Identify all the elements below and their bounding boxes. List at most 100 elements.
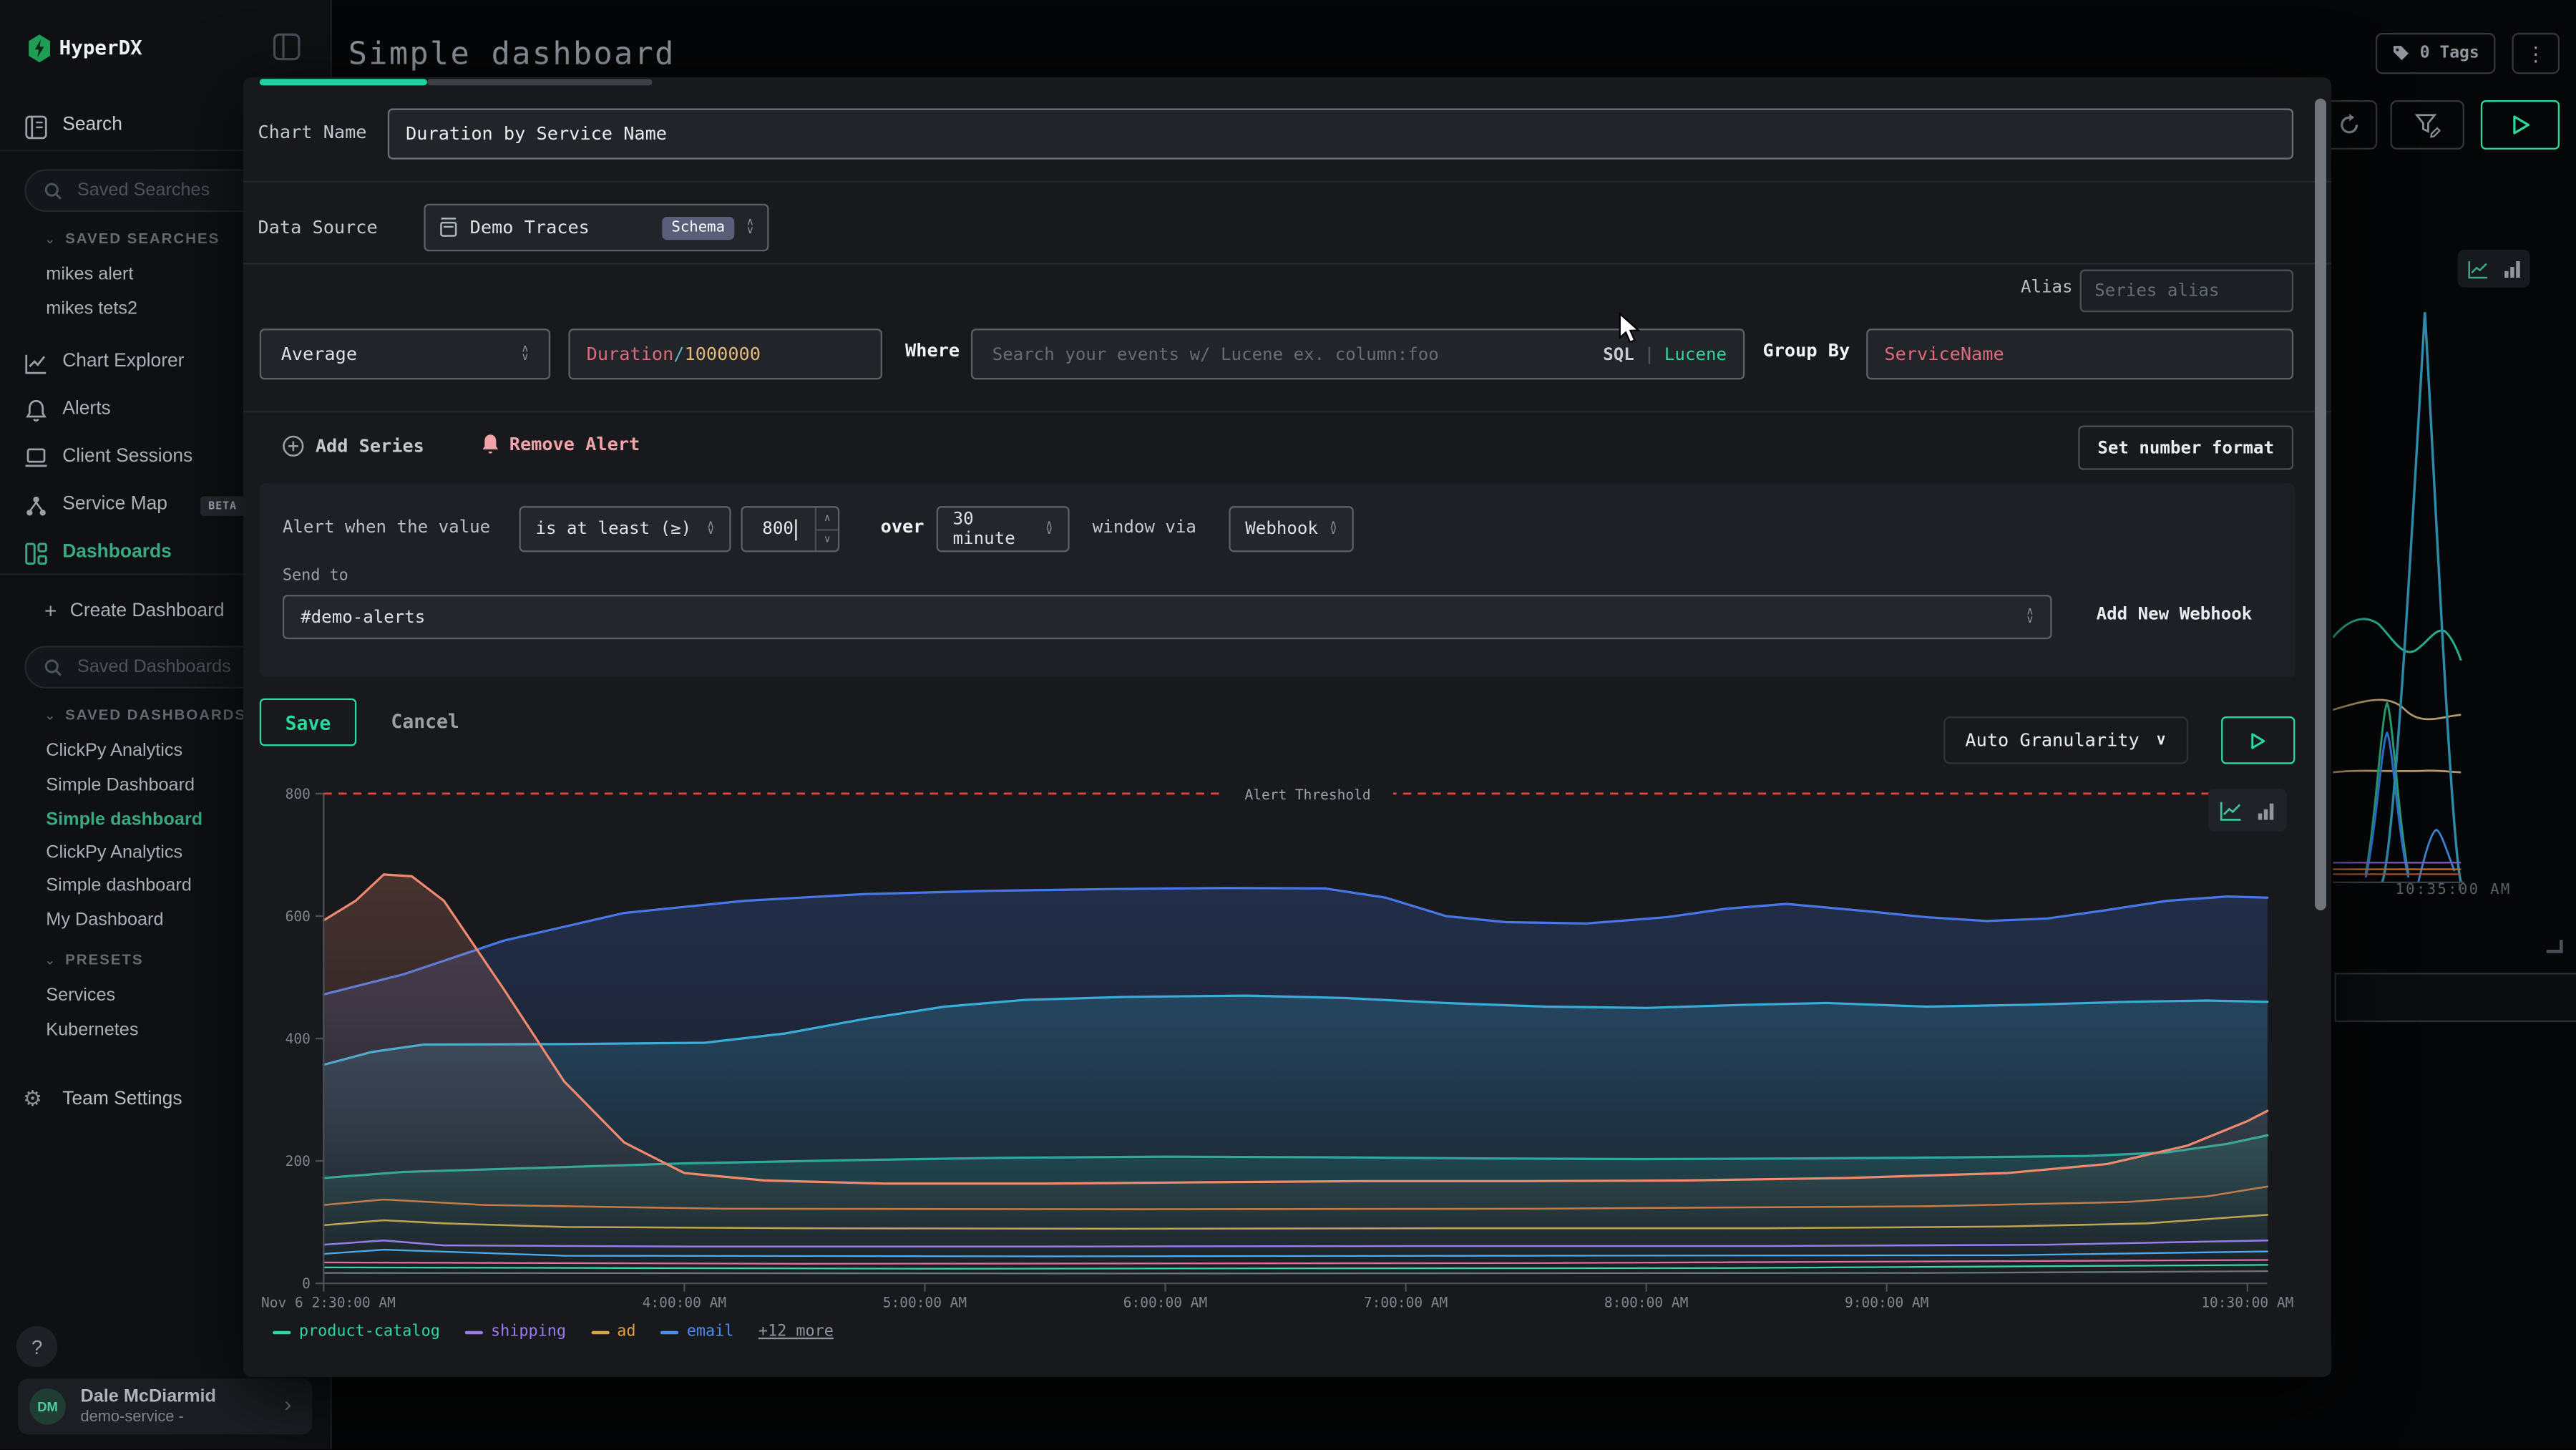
data-source-value: Demo Traces [470,217,590,238]
chart-name-label: Chart Name [258,122,366,143]
alert-window-select[interactable]: 30 minute ∧∨ [937,506,1070,552]
help-button[interactable]: ? [16,1326,57,1367]
create-dashboard-button[interactable]: + Create Dashboard [44,600,225,621]
kebab-menu-button[interactable]: ⋮ [2512,33,2560,74]
aggregation-select[interactable]: Average ∧∨ [260,329,550,379]
number-stepper[interactable]: ∧ ∨ [815,507,838,550]
expression-rhs: 1000000 [685,344,761,365]
dashboard-list-item-active[interactable]: Simple dashboard [46,810,203,830]
legend-overflow[interactable]: +12 more [758,1323,834,1340]
send-to-value: #demo-alerts [301,607,425,627]
saved-search-item[interactable]: mikes tets2 [46,299,137,319]
service-map-icon [24,495,47,526]
kebab-icon: ⋮ [2526,42,2546,65]
dashboard-list-item[interactable]: Simple dashboard [46,876,192,896]
send-to-select[interactable]: #demo-alerts ∧∨ [283,595,2052,639]
alert-threshold-field[interactable]: 800 ∧ ∨ [741,506,839,552]
legend-item[interactable]: +12 more [758,1323,834,1340]
dashboard-list-item[interactable]: Simple Dashboard [46,776,195,796]
preview-run-button[interactable] [2221,716,2295,764]
sidebar-item-search[interactable]: Search [62,115,122,135]
save-button[interactable]: Save [260,699,356,746]
alert-over-label: over [881,516,924,537]
saved-dashboards-input[interactable] [74,656,245,678]
tag-icon [2392,44,2410,62]
svg-text:600: 600 [286,908,311,925]
select-chevrons-icon: ∧∨ [521,346,529,361]
set-number-format-button[interactable]: Set number format [2078,426,2293,470]
chart-editor-modal: Chart Name Data Source Demo Traces Schem… [243,77,2331,1377]
granularity-select[interactable]: Auto Granularity ∨ [1943,716,2188,764]
chart-legend[interactable]: product-catalog shipping ad email +12 more [273,1323,834,1340]
dashboard-list-item[interactable]: My Dashboard [46,910,163,930]
bar-chart-icon [2503,260,2521,278]
cancel-button[interactable]: Cancel [391,710,459,733]
preset-item[interactable]: Kubernetes [46,1021,138,1041]
presets-section[interactable]: ⌄ PRESETS [44,951,144,968]
legend-item[interactable]: email [660,1323,733,1340]
set-number-format-label: Set number format [2097,438,2274,458]
data-source-select[interactable]: Demo Traces Schema ∧∨ [424,204,769,252]
legend-label: shipping [491,1323,566,1340]
journal-icon [24,115,47,148]
user-card[interactable]: DM Dale McDiarmid demo-service - › [18,1378,312,1434]
where-search-input[interactable] [989,343,1593,366]
chart-name-field[interactable] [388,109,2293,160]
resize-handle[interactable] [2547,940,2563,953]
alert-threshold-label: Alert Threshold [1244,787,1370,803]
mouse-cursor [1618,312,1644,345]
app-viewport: HyperDX Search ⌄ SAVED SEARCHES mikes al… [0,0,2576,1450]
legend-swatch [464,1330,482,1334]
schema-badge: Schema [662,216,735,239]
stepper-up-icon[interactable]: ∧ [816,507,838,530]
filter-button[interactable] [2391,100,2464,150]
sidebar-item-client-sessions[interactable]: Client Sessions [62,447,192,467]
lucene-toggle[interactable]: Lucene [1664,344,1727,364]
add-series-button[interactable]: Add Series [283,435,424,457]
saved-searches-input[interactable] [74,179,245,202]
database-icon [439,217,459,238]
remove-alert-button[interactable]: Remove Alert [482,434,640,455]
saved-searches-section[interactable]: ⌄ SAVED SEARCHES [44,230,220,246]
sidebar-item-service-map[interactable]: Service Map [62,495,167,515]
alias-input[interactable] [2082,281,2292,301]
background-widget [2335,973,2576,1022]
dashboard-list-item[interactable]: ClickPy Analytics [46,843,182,863]
preset-item[interactable]: Services [46,986,115,1006]
sidebar-collapse-icon[interactable] [273,33,301,69]
tags-button[interactable]: 0 Tags [2376,33,2496,74]
metric-expression-field[interactable]: Duration/1000000 [568,329,882,379]
svg-text:5:00:00 AM: 5:00:00 AM [883,1294,967,1310]
run-query-button[interactable] [2481,100,2560,150]
sql-toggle[interactable]: SQL [1603,344,1634,364]
alert-condition-select[interactable]: is at least (≥) ∧∨ [519,506,731,552]
group-by-field[interactable]: ServiceName [1866,329,2293,379]
alert-via-label: window via [1093,517,1196,537]
select-chevrons-icon: ∧∨ [707,522,715,537]
alert-channel-select[interactable]: Webhook ∧∨ [1229,506,1353,552]
stepper-down-icon[interactable]: ∨ [816,530,838,550]
sidebar-item-chart-explorer[interactable]: Chart Explorer [62,351,184,371]
legend-label: email [687,1323,734,1340]
sidebar-item-dashboards[interactable]: Dashboards [62,542,172,563]
hyperdx-logo-icon [28,34,51,71]
saved-search-item[interactable]: mikes alert [46,265,133,285]
legend-item[interactable]: ad [591,1323,636,1340]
section-header: SAVED SEARCHES [65,230,220,246]
sidebar-item-team-settings[interactable]: Team Settings [62,1089,182,1109]
chart-name-input[interactable] [389,123,2292,145]
saved-dashboards-section[interactable]: ⌄ SAVED DASHBOARDS [44,706,246,723]
group-by-value: ServiceName [1884,344,2004,365]
modal-scrollbar[interactable] [2315,99,2326,910]
alias-field[interactable] [2080,270,2293,313]
legend-item[interactable]: product-catalog [273,1323,440,1340]
chart-type-toggle[interactable] [2208,789,2287,832]
send-to-label: Send to [283,567,348,585]
dashboard-list-item[interactable]: ClickPy Analytics [46,741,182,761]
legend-item[interactable]: shipping [464,1323,566,1340]
remove-alert-label: Remove Alert [509,434,640,455]
sidebar-item-alerts[interactable]: Alerts [62,399,111,419]
modal-divider [243,181,2331,183]
legend-label: ad [617,1323,635,1340]
add-new-webhook-button[interactable]: Add New Webhook [2097,605,2253,625]
